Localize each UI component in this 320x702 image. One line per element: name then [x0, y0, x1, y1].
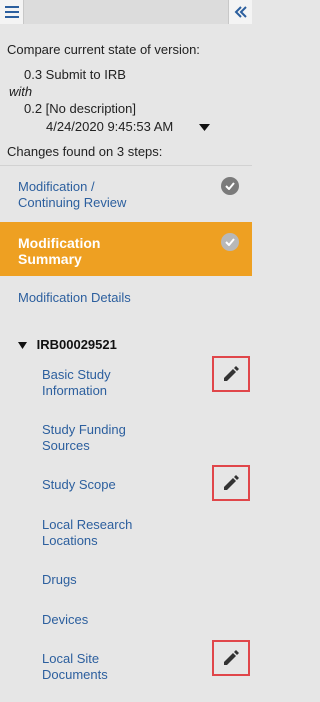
sub-item-label-line1: Local Research	[42, 517, 133, 532]
side-panel: Compare current state of version: 0.3 Su…	[0, 0, 252, 702]
sidebar-item-study-funding-sources[interactable]: Study Funding Sources	[42, 422, 126, 454]
version-compare-section: Compare current state of version: 0.3 Su…	[0, 24, 252, 166]
sub-item-label-line1: Study Funding	[42, 422, 126, 437]
sub-item-label-line2: Sources	[42, 438, 90, 453]
sub-item-label-line1: Local Site	[42, 651, 100, 666]
edit-indicator-local-site-documents[interactable]	[212, 640, 250, 676]
pencil-icon	[224, 650, 239, 665]
double-chevron-left-icon	[234, 6, 247, 18]
sidebar-item-devices[interactable]: Devices	[42, 612, 88, 628]
sub-item-label-line1: Drugs	[42, 572, 77, 587]
sub-item-label-line2: Information	[42, 383, 108, 398]
sidebar-item-basic-study-information[interactable]: Basic Study Information	[42, 367, 111, 399]
menu-button[interactable]	[0, 0, 24, 24]
nav-item-label: Modification Details	[18, 290, 131, 305]
changes-summary: Changes found on 3 steps:	[7, 144, 163, 159]
sub-item-label-line1: Study Scope	[42, 477, 116, 492]
other-version: 0.2 [No description]	[24, 101, 137, 116]
sidebar-item-drugs[interactable]: Drugs	[42, 572, 77, 588]
sidebar-item-study-scope[interactable]: Study Scope	[42, 477, 116, 493]
nav-item-label: Modification Summary	[18, 235, 100, 267]
sub-item-label-line1: Devices	[42, 612, 89, 627]
collapse-panel-button[interactable]	[228, 0, 252, 24]
nav-item-label-line2: Continuing Review	[18, 195, 127, 210]
compare-version-select[interactable]: 0.2 [No description] 4/24/2020 9:45:53 A…	[18, 101, 214, 137]
caret-down-icon	[199, 124, 210, 131]
nav-item-modification-continuing-review[interactable]: Modification / Continuing Review	[0, 166, 252, 218]
pencil-icon	[224, 475, 239, 490]
sidebar-item-local-site-documents[interactable]: Local Site Documents	[42, 651, 108, 683]
nav-item-modification-summary[interactable]: Modification Summary	[0, 222, 252, 276]
other-version-date: 4/24/2020 9:45:53 AM	[46, 119, 174, 134]
check-circle-icon	[221, 177, 239, 195]
sub-item-label-line2: Documents	[42, 667, 108, 682]
hamburger-icon	[4, 6, 19, 18]
pencil-icon	[224, 366, 239, 381]
study-group-toggle[interactable]: IRB00029521	[18, 337, 117, 352]
edit-indicator-study-scope[interactable]	[212, 465, 250, 501]
check-circle-icon	[221, 233, 239, 251]
sub-item-label-line1: Basic Study	[42, 367, 111, 382]
panel-toolbar	[0, 0, 252, 25]
with-label: with	[9, 84, 33, 99]
sub-item-label-line2: Locations	[42, 533, 98, 548]
nav-item-modification-details[interactable]: Modification Details	[0, 280, 252, 314]
nav-item-label-line2: Summary	[18, 251, 82, 267]
compare-heading: Compare current state of version:	[7, 42, 200, 57]
current-version: 0.3 Submit to IRB	[24, 67, 126, 82]
triangle-down-icon	[18, 342, 27, 350]
edit-indicator-basic-study-information[interactable]	[212, 356, 250, 392]
nav-item-label-line1: Modification /	[18, 179, 95, 194]
nav-item-label-line1: Modification	[18, 235, 101, 251]
sidebar-item-local-research-locations[interactable]: Local Research Locations	[42, 517, 132, 549]
nav-item-label: Modification / Continuing Review	[18, 179, 126, 211]
study-id-label: IRB00029521	[36, 337, 117, 352]
